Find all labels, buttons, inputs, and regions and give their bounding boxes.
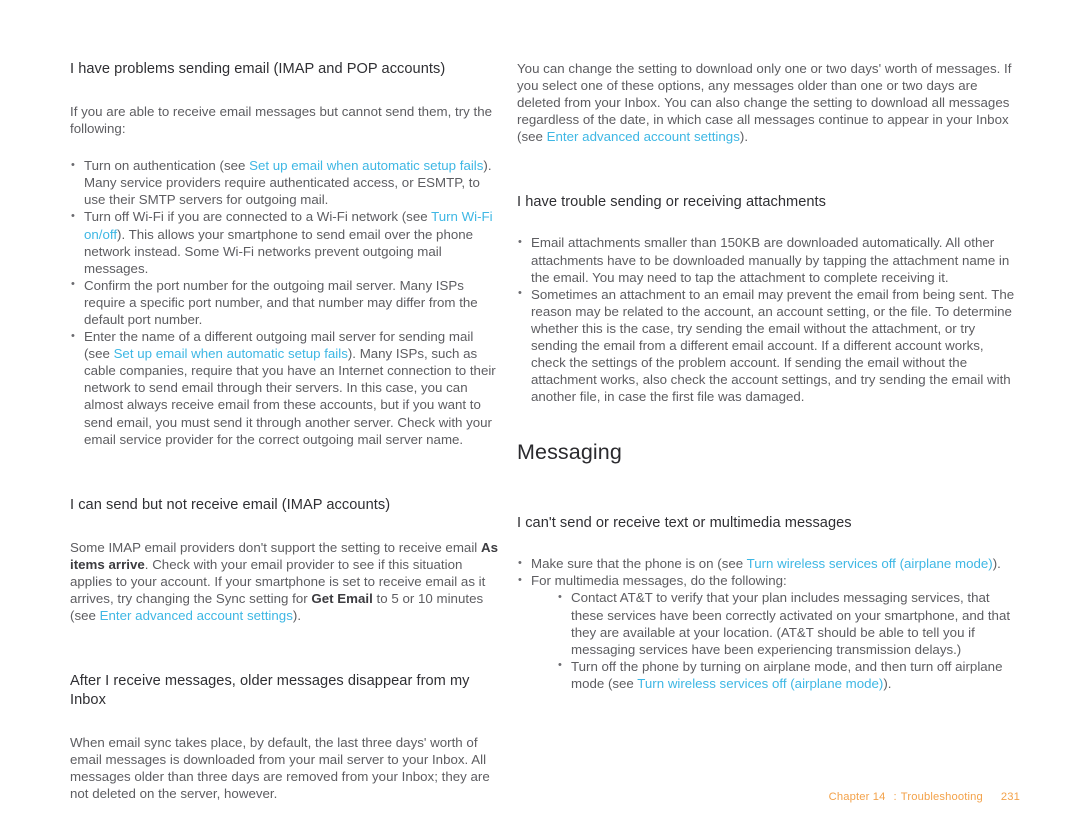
bullet-text: Confirm the port number for the outgoing… [84, 277, 478, 327]
list-item: Make sure that the phone is on (see Turn… [517, 555, 1020, 572]
paragraph-text: ). [292, 608, 302, 624]
list-item: Sometimes an attachment to an email may … [517, 285, 1020, 406]
paragraph-imap-as-items-arrive: Some IMAP email providers don't support … [70, 539, 500, 624]
footer-page-number: 231 [1000, 791, 1020, 803]
list-item: Turn off Wi-Fi if you are connected to a… [70, 208, 500, 276]
bullet-text: Contact AT&T to verify that your plan in… [571, 590, 1011, 657]
bullet-text: Turn off Wi-Fi if you are connected to a… [84, 209, 432, 225]
footer-chapter-title: Troubleshooting [900, 791, 983, 803]
list-item: For multimedia messages, do the followin… [517, 572, 1020, 589]
footer-chapter-label: Chapter 14 [828, 791, 886, 803]
cross-reference-link[interactable]: Set up email when automatic setup fails [249, 158, 483, 173]
sub-bullet-list-multimedia-steps: Contact AT&T to verify that your plan in… [517, 589, 1020, 692]
cross-reference-link[interactable]: Set up email when automatic setup fails [114, 346, 348, 361]
paragraph-text: ). [739, 129, 749, 145]
bullet-list-attachment-issues: Email attachments smaller than 150KB are… [517, 234, 1020, 405]
topic-heading-older-messages-disappear: After I receive messages, older messages… [70, 673, 470, 709]
bullet-text: ). This allows your smartphone to send e… [84, 226, 474, 276]
bullet-text: ). [992, 556, 1001, 572]
right-column: You can change the setting to download o… [510, 60, 1080, 692]
cross-reference-link[interactable]: Enter advanced account settings [100, 608, 293, 623]
cross-reference-link[interactable]: Enter advanced account settings [547, 129, 740, 144]
document-page: I have problems sending email (IMAP and … [0, 0, 1080, 834]
topic-heading-sending-email-problems: I have problems sending email (IMAP and … [70, 61, 446, 77]
list-item: Contact AT&T to verify that your plan in… [557, 589, 1020, 657]
bullet-text: ). [883, 675, 892, 691]
page-footer: Chapter 14: Troubleshooting 231 [0, 791, 1080, 803]
bullet-list-sending-email-fixes: Turn on authentication (see Set up email… [70, 157, 500, 448]
list-item: Turn off the phone by turning on airplan… [557, 657, 1020, 692]
footer-separator: : [893, 791, 897, 803]
list-item: Enter the name of a different outgoing m… [70, 328, 500, 448]
topic-heading-send-not-receive: I can send but not receive email (IMAP a… [70, 496, 391, 513]
paragraph-download-setting-continuation: You can change the setting to download o… [517, 60, 1020, 145]
bullet-text: Turn on authentication (see [84, 158, 250, 174]
intro-paragraph-sending-email: If you are able to receive email message… [70, 103, 493, 137]
cross-reference-link[interactable]: Turn wireless services off (airplane mod… [637, 676, 883, 691]
bullet-text: ). Many ISPs, such as cable companies, r… [84, 346, 496, 447]
cross-reference-link[interactable]: Turn wireless services off (airplane mod… [747, 556, 993, 571]
topic-heading-attachments: I have trouble sending or receiving atta… [517, 194, 826, 211]
topic-heading-cant-send-receive-messages: I can't send or receive text or multimed… [517, 515, 852, 532]
bold-phrase-get-email: Get Email [311, 591, 373, 606]
list-item: Turn on authentication (see Set up email… [70, 157, 500, 208]
list-item: Confirm the port number for the outgoing… [70, 276, 500, 328]
left-column: I have problems sending email (IMAP and … [0, 60, 510, 803]
list-item: Email attachments smaller than 150KB are… [517, 234, 1020, 285]
section-heading-messaging: Messaging [517, 440, 622, 465]
bullet-text: Make sure that the phone is on (see [531, 556, 747, 572]
bullet-list-messaging-fixes: Make sure that the phone is on (see Turn… [517, 555, 1020, 589]
paragraph-text: Some IMAP email providers don't support … [70, 539, 481, 555]
two-column-layout: I have problems sending email (IMAP and … [0, 60, 1080, 803]
